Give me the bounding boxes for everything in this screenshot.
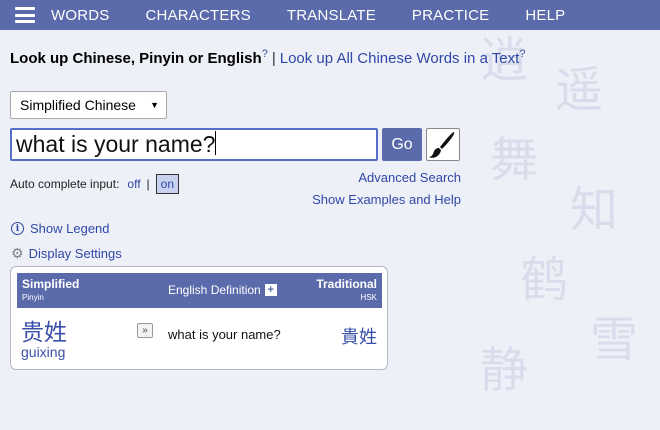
script-select[interactable]: Simplified Chinese ▼ [10, 91, 167, 119]
results-panel: Simplified Pinyin English Definition + T… [10, 266, 388, 370]
nav-characters[interactable]: CHARACTERS [146, 7, 251, 24]
result-traditional[interactable]: 貴姓 [341, 323, 377, 349]
lookup-help-link[interactable]: ? [262, 48, 268, 60]
brush-icon [429, 132, 455, 158]
advanced-search-link[interactable]: Advanced Search [358, 170, 461, 185]
dropdown-caret-icon: ▼ [150, 100, 159, 110]
background-calligraphy: 逍 遥 舞 知 鹤 雪 静 [480, 32, 639, 398]
text-cursor [215, 131, 217, 155]
show-examples-link[interactable]: Show Examples and Help [312, 192, 461, 207]
info-icon: i [11, 222, 24, 235]
result-definition: what is your name? [168, 327, 281, 342]
header-pinyin: Pinyin [22, 293, 44, 302]
top-navbar: WORDS CHARACTERS TRANSLATE PRACTICE HELP [0, 0, 660, 30]
handwriting-button[interactable] [426, 128, 460, 161]
script-select-value: Simplified Chinese [20, 97, 136, 113]
result-simplified[interactable]: 贵姓 [21, 313, 67, 347]
nav-help[interactable]: HELP [525, 7, 565, 24]
lookup-separator: | [271, 50, 276, 67]
result-pinyin[interactable]: guixing [21, 344, 65, 360]
lookup-heading: Look up Chinese, Pinyin or English? | Look… [10, 48, 525, 67]
header-hsk: HSK [360, 293, 377, 302]
autocomplete-label: Auto complete input: [10, 177, 120, 191]
hamburger-menu-icon[interactable] [15, 7, 35, 23]
header-traditional: Traditional [316, 277, 377, 291]
header-english: English Definition + [168, 283, 277, 297]
nav-words[interactable]: WORDS [51, 7, 110, 24]
show-legend-label: Show Legend [30, 221, 110, 236]
autocomplete-off[interactable]: off [127, 177, 140, 191]
search-input[interactable]: what is your name? [10, 128, 378, 161]
results-header: Simplified Pinyin English Definition + T… [17, 273, 382, 308]
nav-translate[interactable]: TRANSLATE [287, 7, 376, 24]
header-english-label: English Definition [168, 283, 261, 297]
header-simplified: Simplified [22, 277, 80, 291]
plus-icon[interactable]: + [264, 284, 277, 296]
lookup-text-link[interactable]: Look up All Chinese Words in a Text [280, 50, 520, 67]
gear-icon: ⚙ [11, 245, 24, 261]
lookup-title: Look up Chinese, Pinyin or English [10, 50, 262, 67]
display-settings-label: Display Settings [28, 246, 122, 261]
search-query-text: what is your name? [16, 131, 216, 157]
nav-practice[interactable]: PRACTICE [412, 7, 489, 24]
lookup-text-help-link[interactable]: ? [519, 48, 525, 60]
double-chevron-right-icon[interactable]: » [137, 323, 153, 338]
go-button[interactable]: Go [382, 128, 422, 161]
autocomplete-separator: | [146, 177, 150, 191]
autocomplete-on[interactable]: on [155, 174, 180, 194]
show-legend-link[interactable]: i Show Legend [11, 221, 110, 236]
autocomplete-toggle: Auto complete input: off | on [10, 174, 180, 194]
display-settings-link[interactable]: ⚙ Display Settings [11, 245, 122, 262]
